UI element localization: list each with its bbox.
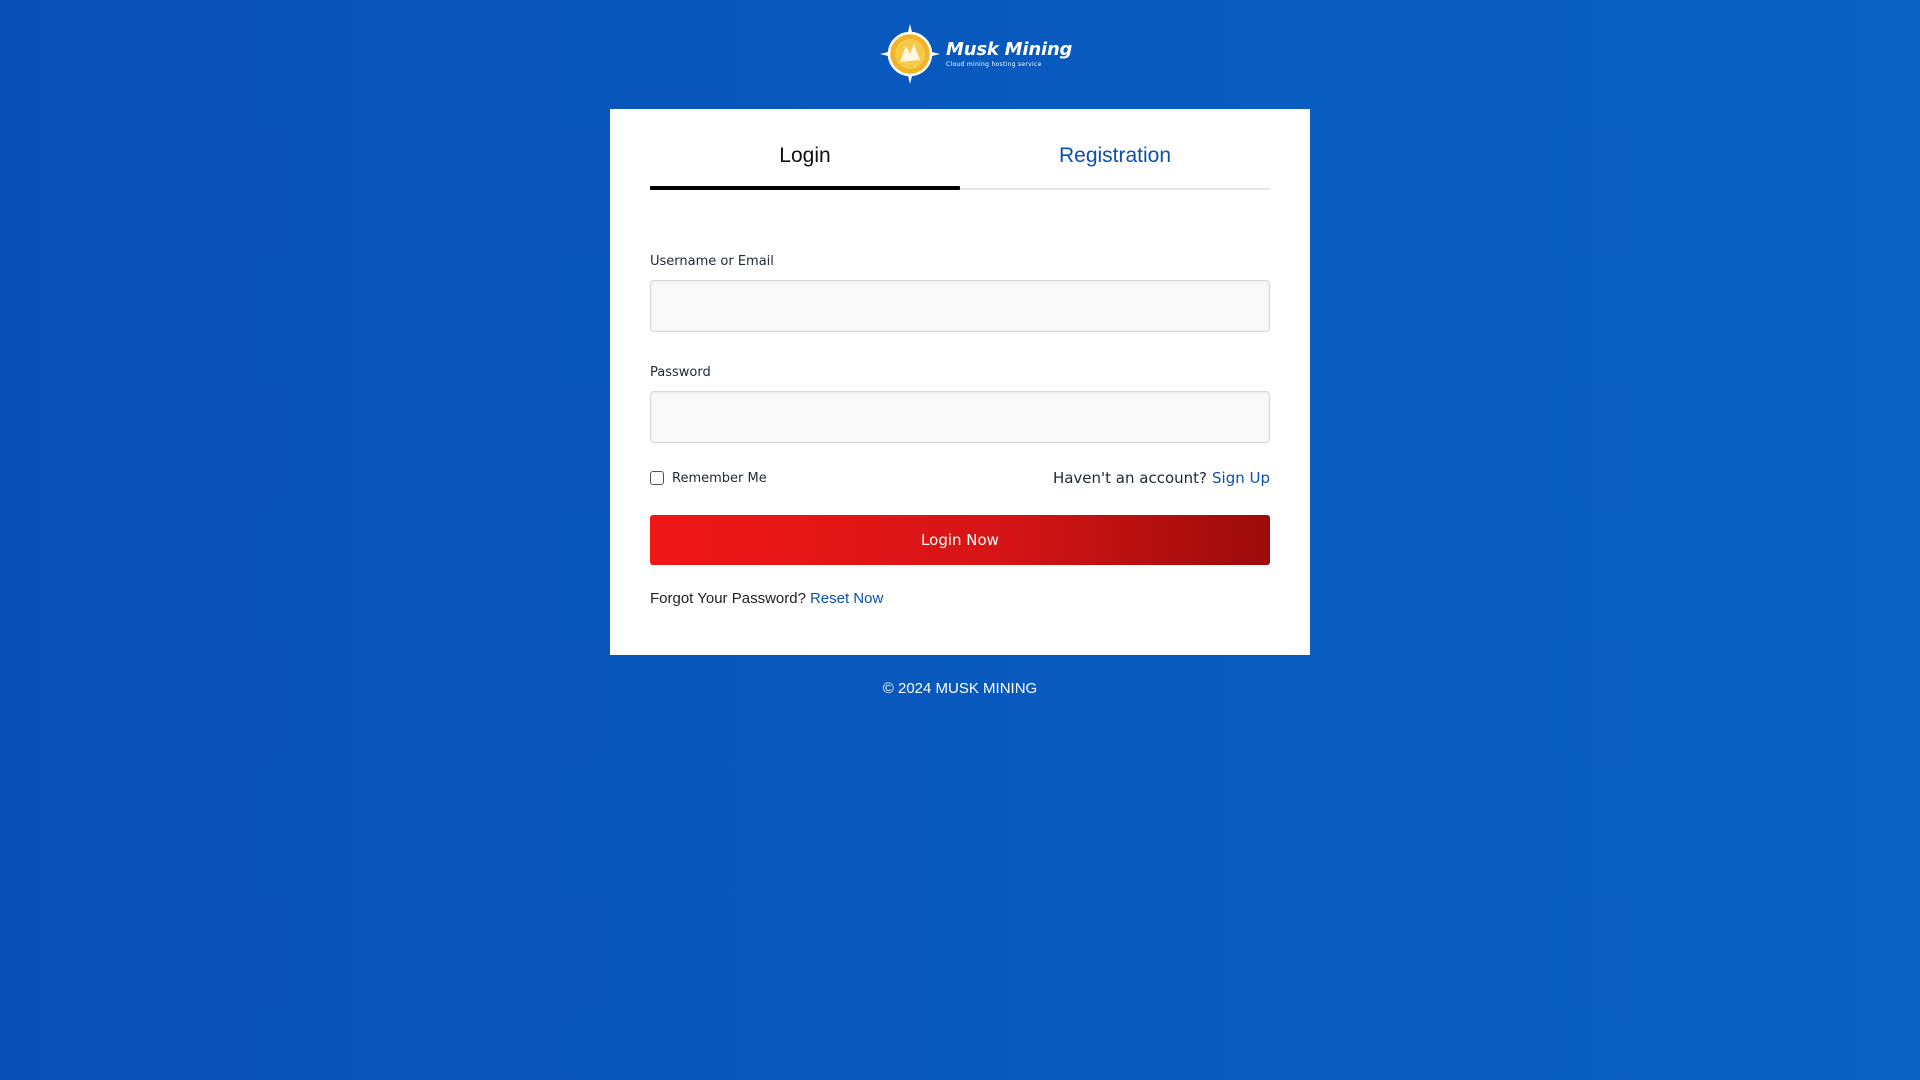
username-input[interactable] bbox=[650, 280, 1270, 332]
login-card: Login Registration Username or Email Pas… bbox=[610, 109, 1310, 655]
forgot-password-row: Forgot Your Password? Reset Now bbox=[650, 590, 1270, 607]
login-now-button[interactable]: Login Now bbox=[650, 515, 1270, 565]
footer-copyright: © 2024 MUSK MINING bbox=[882, 680, 1038, 697]
username-field-group: Username or Email bbox=[650, 254, 1270, 332]
brand-logo[interactable]: Musk Mining Cloud mining hosting service bbox=[880, 24, 1072, 84]
remember-me-label: Remember Me bbox=[672, 470, 767, 486]
password-field-group: Password bbox=[650, 365, 1270, 443]
sign-up-link[interactable]: Sign Up bbox=[1212, 469, 1270, 487]
remember-me[interactable]: Remember Me bbox=[650, 471, 767, 486]
forgot-password-text: Forgot Your Password? bbox=[650, 590, 806, 607]
brand-tagline: Cloud mining hosting service bbox=[946, 60, 1042, 68]
tab-login[interactable]: Login bbox=[650, 129, 960, 190]
reset-now-link[interactable]: Reset Now bbox=[810, 590, 883, 607]
username-label: Username or Email bbox=[650, 254, 774, 269]
password-label: Password bbox=[650, 365, 711, 380]
brand-name: Musk Mining bbox=[946, 38, 1073, 60]
musk-mining-logo-icon bbox=[880, 24, 940, 84]
brand-text: Musk Mining Cloud mining hosting service bbox=[946, 38, 1073, 68]
tab-registration[interactable]: Registration bbox=[960, 129, 1270, 188]
password-input[interactable] bbox=[650, 391, 1270, 443]
signup-prompt: Haven't an account? Sign Up bbox=[1053, 469, 1270, 487]
no-account-text: Haven't an account? bbox=[1052, 469, 1207, 487]
login-form: Username or Email Password Remember Me H… bbox=[650, 254, 1270, 607]
form-options-row: Remember Me Haven't an account? Sign Up bbox=[650, 467, 1270, 489]
auth-tabs: Login Registration bbox=[650, 129, 1270, 190]
remember-me-checkbox[interactable] bbox=[650, 471, 664, 485]
